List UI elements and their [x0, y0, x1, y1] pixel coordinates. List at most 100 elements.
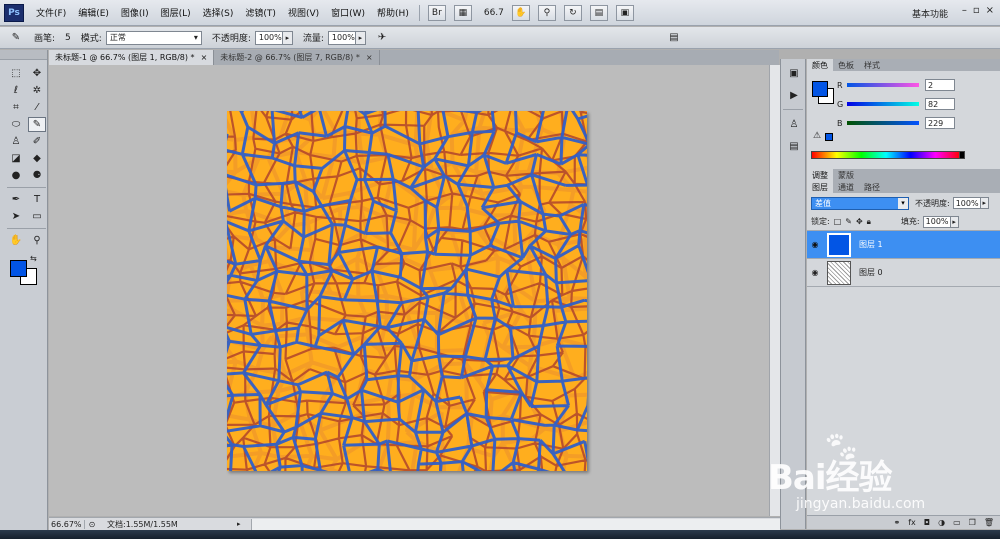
mode-select[interactable]: 正常 ▾ — [105, 30, 202, 45]
tab-swatches[interactable]: 色板 — [833, 59, 859, 71]
layer-row-1[interactable]: ◉ 图层 1 — [807, 231, 1000, 259]
marquee-tool[interactable]: ⬚ — [7, 66, 25, 81]
gamut-swatch[interactable] — [825, 133, 833, 141]
flow-slider-toggle[interactable]: ▸ — [355, 30, 366, 45]
hand-tool-button[interactable]: ✋ — [511, 4, 530, 21]
tab-masks[interactable]: 蒙版 — [833, 169, 859, 181]
brush-panel-button[interactable]: ▤ — [785, 138, 803, 154]
fill-slider-toggle[interactable]: ▸ — [950, 215, 959, 228]
airbrush-button[interactable]: ✈ — [374, 30, 390, 46]
red-slider[interactable] — [847, 83, 919, 87]
new-layer-icon[interactable]: ❐ — [969, 518, 976, 527]
clone-stamp-tool[interactable]: ♙ — [7, 134, 25, 149]
tools-panel-header[interactable] — [0, 50, 47, 60]
view-extras-button[interactable]: ▦ — [453, 4, 472, 21]
opacity-field[interactable]: 100% — [254, 30, 283, 45]
lock-pixels-icon[interactable]: ✎ — [845, 217, 852, 226]
minimize-button[interactable]: – — [962, 5, 967, 16]
menu-filter[interactable]: 滤镜(T) — [245, 6, 276, 19]
healing-tool[interactable]: ⬭ — [7, 117, 25, 132]
status-menu-arrow[interactable]: ▸ — [237, 520, 247, 528]
menu-window[interactable]: 窗口(W) — [331, 6, 365, 19]
gamut-warning-icon[interactable]: ⚠ — [813, 131, 821, 141]
fill-field[interactable]: 100% — [922, 215, 951, 228]
vertical-scrollbar[interactable] — [769, 65, 780, 516]
path-selection-tool[interactable]: ➤ — [7, 209, 25, 224]
screen-mode-button[interactable]: ▣ — [615, 4, 634, 21]
flow-field[interactable]: 100% — [327, 30, 356, 45]
blue-slider[interactable] — [847, 121, 919, 125]
lock-all-icon[interactable]: 🔒︎ — [867, 217, 871, 227]
status-zoom-field[interactable]: 66.67% — [49, 519, 85, 529]
brush-tool[interactable]: ✎ — [28, 117, 46, 132]
swap-colors-icon[interactable]: ⇆ — [30, 254, 37, 263]
tab-styles[interactable]: 样式 — [859, 59, 885, 71]
pen-tool[interactable]: ✒ — [7, 192, 25, 207]
tab-channels[interactable]: 通道 — [833, 181, 859, 193]
blue-value-field[interactable]: 229 — [925, 117, 955, 129]
tab-document-1[interactable]: 未标题-1 @ 66.7% (图层 1, RGB/8) * × — [49, 50, 215, 65]
history-brush-tool[interactable]: ✐ — [28, 134, 46, 149]
menu-select[interactable]: 选择(S) — [203, 6, 234, 19]
crop-tool[interactable]: ⌗ — [7, 100, 25, 115]
canvas-area[interactable] — [49, 65, 780, 516]
blur-tool[interactable]: ● — [7, 168, 25, 183]
arrange-documents-button[interactable]: ▤ — [589, 4, 608, 21]
foreground-color-swatch[interactable] — [10, 260, 27, 277]
status-preview-icon[interactable]: ⊙ — [85, 520, 99, 529]
tab-document-2[interactable]: 未标题-2 @ 66.7% (图层 7, RGB/8) * × — [214, 50, 380, 65]
document-canvas[interactable] — [227, 111, 587, 471]
new-group-icon[interactable]: ▭ — [953, 518, 961, 527]
tab-adjustments[interactable]: 调整 — [807, 169, 833, 181]
dodge-tool[interactable]: ⚈ — [28, 168, 46, 183]
move-tool[interactable]: ✥ — [28, 66, 46, 81]
menu-edit[interactable]: 编辑(E) — [78, 6, 109, 19]
shape-tool[interactable]: ▭ — [28, 209, 46, 224]
red-value-field[interactable]: 2 — [925, 79, 955, 91]
horizontal-scrollbar[interactable] — [251, 518, 780, 530]
eye-icon[interactable]: ◉ — [807, 240, 823, 249]
trash-icon[interactable]: 🗑︎ — [984, 518, 994, 527]
maximize-button[interactable]: ▫ — [973, 5, 980, 16]
menu-layer[interactable]: 图层(L) — [161, 6, 191, 19]
eraser-tool[interactable]: ◪ — [7, 151, 25, 166]
color-ramp-black[interactable] — [959, 151, 965, 159]
lasso-tool[interactable]: ℓ — [7, 83, 25, 98]
rotate-view-button[interactable]: ↻ — [563, 4, 582, 21]
opacity-slider-toggle[interactable]: ▸ — [282, 30, 293, 45]
layer-opacity-slider-toggle[interactable]: ▸ — [980, 197, 989, 209]
menu-file[interactable]: 文件(F) — [36, 6, 66, 19]
color-ramp[interactable] — [811, 151, 961, 159]
brush-size[interactable]: 5 — [65, 33, 71, 43]
actions-panel-button[interactable]: ▶ — [785, 87, 803, 103]
close-button[interactable]: × — [986, 5, 994, 16]
color-panel-foreground[interactable] — [812, 81, 828, 97]
blend-mode-select[interactable]: 差值 ▾ — [811, 196, 909, 210]
lock-position-icon[interactable]: ✥ — [856, 217, 863, 226]
add-mask-icon[interactable]: ◘ — [924, 518, 930, 527]
tab-close-icon[interactable]: × — [201, 53, 208, 62]
zoom-level-select[interactable]: 66.7 — [484, 8, 504, 18]
brush-preset-picker[interactable]: ✎ — [8, 30, 24, 46]
workspace-switcher[interactable]: 基本功能 — [912, 7, 948, 20]
layer-row-0[interactable]: ◉ 图层 0 — [807, 259, 1000, 287]
tab-color[interactable]: 颜色 — [807, 59, 833, 71]
hand-tool[interactable]: ✋ — [7, 233, 25, 248]
menu-help[interactable]: 帮助(H) — [377, 6, 409, 19]
tab-close-icon[interactable]: × — [366, 53, 373, 62]
tab-layers[interactable]: 图层 — [807, 181, 833, 193]
menu-image[interactable]: 图像(I) — [121, 6, 149, 19]
menu-view[interactable]: 视图(V) — [288, 6, 319, 19]
clone-source-panel-button[interactable]: ♙ — [785, 116, 803, 132]
tab-paths[interactable]: 路径 — [859, 181, 885, 193]
green-slider[interactable] — [847, 102, 919, 106]
fx-icon[interactable]: fx — [908, 518, 916, 527]
paint-bucket-tool[interactable]: ◆ — [28, 151, 46, 166]
type-tool[interactable]: T — [28, 192, 46, 207]
zoom-tool-button[interactable]: ⚲ — [537, 4, 556, 21]
magic-wand-tool[interactable]: ✲ — [28, 83, 46, 98]
brush-panel-button[interactable]: ▤ — [666, 30, 682, 46]
bridge-button[interactable]: Br — [427, 4, 446, 21]
eyedropper-tool[interactable]: ⁄ — [28, 100, 46, 115]
eye-icon[interactable]: ◉ — [807, 268, 823, 277]
